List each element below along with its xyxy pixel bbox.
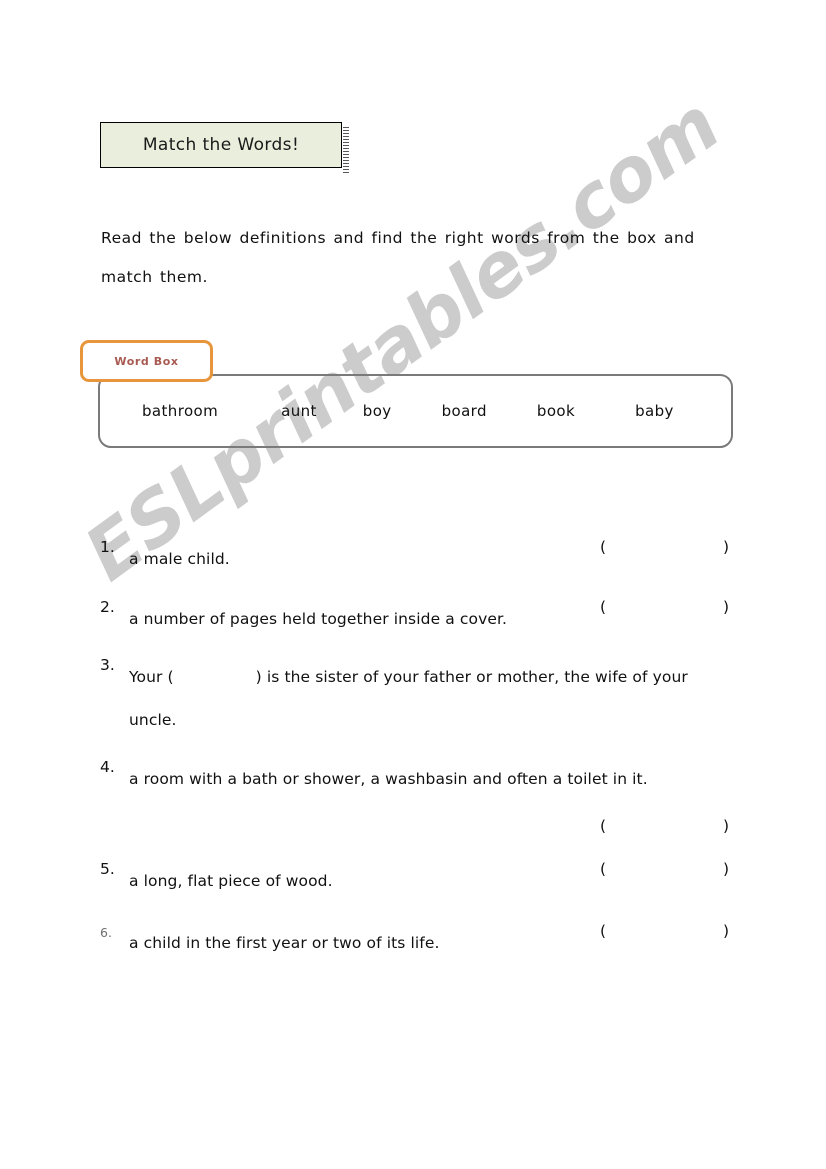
question-row: 1. a male child. ( ): [100, 538, 740, 598]
question-text-after-blank: ) is the sister of your father or mother…: [255, 668, 688, 686]
question-text-line: Your ( ) is the sister of your father or …: [129, 656, 739, 699]
question-number: 5.: [100, 860, 115, 878]
question-text: a child in the first year or two of its …: [129, 922, 739, 965]
title-box-shadow: [343, 127, 349, 173]
question-row: 2. a number of pages held together insid…: [100, 598, 740, 656]
answer-paren-close: ): [723, 860, 730, 878]
question-text: Your ( ) is the sister of your father or …: [129, 656, 739, 742]
word-item: board: [441, 402, 487, 420]
worksheet-title-box: Match the Words!: [100, 122, 342, 168]
answer-paren-open: (: [600, 598, 607, 616]
answer-paren-open: (: [600, 817, 607, 835]
questions-list: 1. a male child. ( ) 2. a number of page…: [100, 538, 740, 982]
question-number: 1.: [100, 538, 115, 556]
question-text: a number of pages held together inside a…: [129, 598, 739, 641]
question-row: 4. a room with a bath or shower, a washb…: [100, 758, 740, 860]
question-text: a long, flat piece of wood.: [129, 860, 739, 903]
answer-paren-open: (: [600, 538, 607, 556]
question-row: 5. a long, flat piece of wood. ( ): [100, 860, 740, 922]
word-item: aunt: [281, 402, 317, 420]
word-box: bathroom aunt boy board book baby Word B…: [80, 340, 740, 460]
instructions-text: Read the below definitions and find the …: [101, 229, 695, 286]
question-number: 6.: [100, 925, 112, 940]
question-text-line: a room with a bath or shower, a washbasi…: [129, 770, 648, 788]
worksheet-page: ESLprintables.com Match the Words! Read …: [0, 0, 826, 1169]
question-number: 2.: [100, 598, 115, 616]
word-box-tab: Word Box: [80, 340, 213, 382]
word-item: boy: [362, 402, 392, 420]
question-row: 6. a child in the first year or two of i…: [100, 922, 740, 982]
question-text-before-blank: Your (: [129, 668, 174, 686]
question-text: a room with a bath or shower, a washbasi…: [129, 758, 739, 801]
page-title: Match the Words!: [142, 135, 300, 155]
question-text-line: a male child.: [129, 550, 230, 568]
answer-paren-close: ): [723, 922, 730, 940]
question-text-line: a child in the first year or two of its …: [129, 934, 440, 952]
question-number: 4.: [100, 758, 115, 776]
word-item: book: [536, 402, 576, 420]
word-box-tab-label: Word Box: [114, 354, 179, 368]
question-text: a male child.: [129, 538, 739, 581]
answer-paren-open: (: [600, 922, 607, 940]
question-text-line-2: uncle.: [129, 711, 177, 729]
answer-paren-close: ): [723, 598, 730, 616]
question-row: 3. Your ( ) is the sister of your father …: [100, 656, 740, 758]
word-item: baby: [635, 402, 674, 420]
word-item: bathroom: [142, 402, 219, 420]
question-text-line: a long, flat piece of wood.: [129, 872, 333, 890]
answer-paren-close: ): [723, 817, 730, 835]
answer-paren-close: ): [723, 538, 730, 556]
answer-paren-open: (: [600, 860, 607, 878]
question-text-line: a number of pages held together inside a…: [129, 610, 508, 628]
question-number: 3.: [100, 656, 115, 674]
word-box-words: bathroom aunt boy board book baby: [98, 374, 733, 448]
